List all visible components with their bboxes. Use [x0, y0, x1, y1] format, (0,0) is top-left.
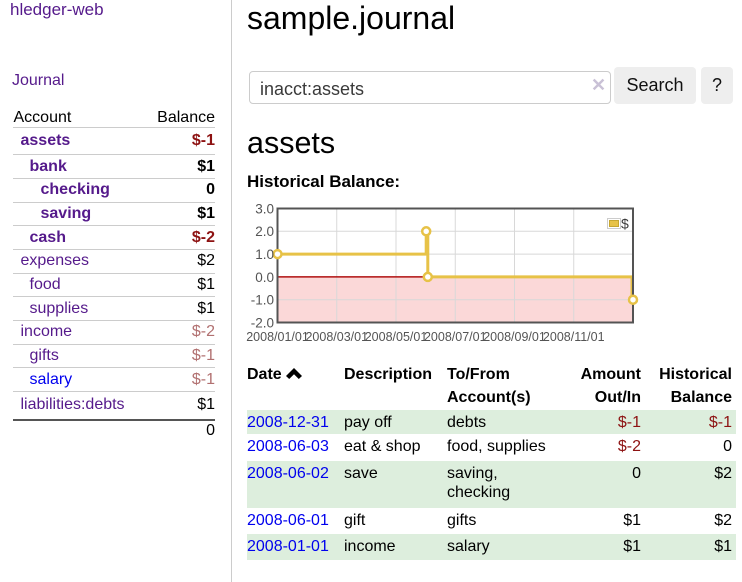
svg-text:-2.0: -2.0: [251, 315, 274, 330]
svg-text:2008/11/01: 2008/11/01: [543, 330, 605, 344]
svg-text:2008/09/01: 2008/09/01: [483, 330, 546, 344]
svg-text:2.0: 2.0: [255, 224, 274, 239]
svg-text:2008/05/01: 2008/05/01: [365, 330, 428, 344]
svg-text:3.0: 3.0: [255, 201, 274, 216]
svg-text:1.0: 1.0: [255, 247, 274, 262]
svg-text:0.0: 0.0: [255, 269, 274, 284]
svg-text:2008/07/01: 2008/07/01: [424, 330, 487, 344]
svg-text:$: $: [621, 215, 629, 231]
svg-text:2008/03/01: 2008/03/01: [305, 330, 368, 344]
svg-text:2008/01/01: 2008/01/01: [246, 330, 309, 344]
svg-text:-1.0: -1.0: [251, 292, 274, 307]
